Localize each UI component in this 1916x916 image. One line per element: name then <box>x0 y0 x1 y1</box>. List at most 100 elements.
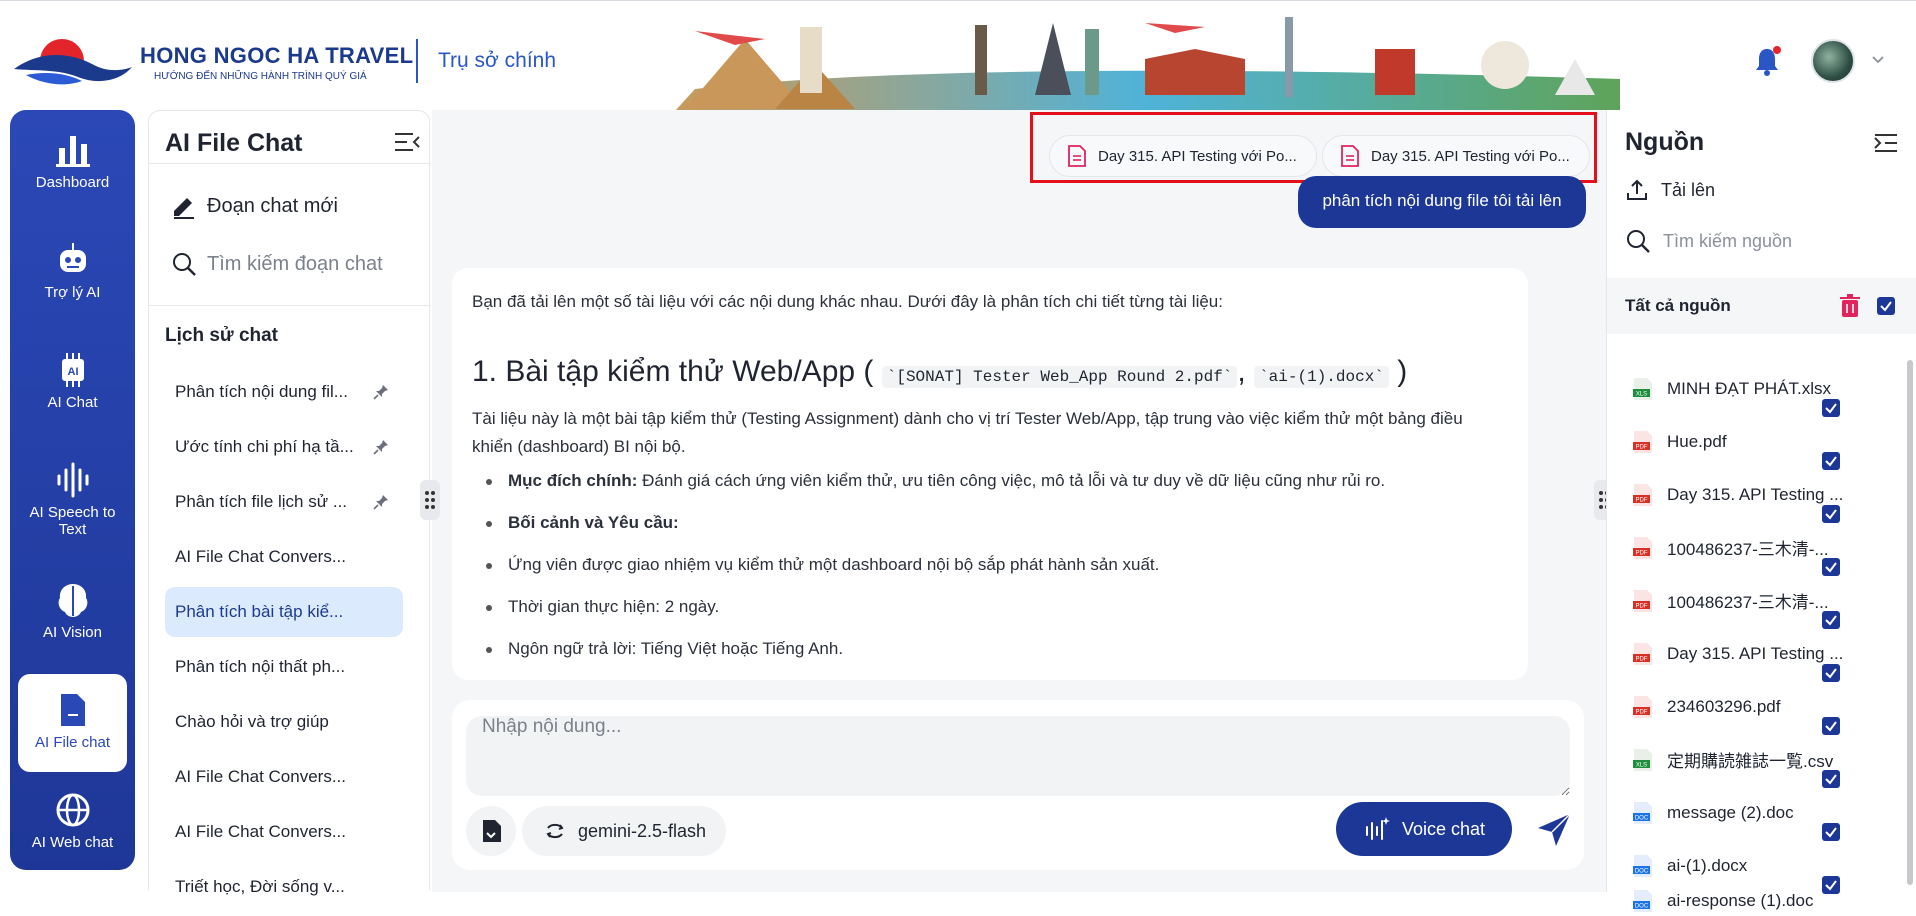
source-item[interactable]: DOC ai-(1).docx <box>1633 839 1905 892</box>
svg-text:DOC: DOC <box>1635 904 1649 910</box>
resize-handle-left[interactable] <box>420 480 440 520</box>
sources-panel: Nguồn Tải lên Tìm kiếm nguồn Tất cả nguồ… <box>1606 110 1916 912</box>
message-composer: gemini-2.5-flash Voice chat <box>452 700 1584 870</box>
send-icon[interactable] <box>1534 810 1574 850</box>
attach-file-icon <box>483 820 501 842</box>
sources-title: Nguồn <box>1625 128 1705 156</box>
reply-bullets: Mục đích chính: Đánh giá cách ứng viên k… <box>472 467 1508 663</box>
panel-title: AI File Chat <box>165 129 303 157</box>
upload-icon <box>1627 179 1647 200</box>
source-item[interactable]: PDF Day 315. API Testing ... <box>1633 627 1905 680</box>
voice-chat-button[interactable]: Voice chat <box>1336 802 1512 856</box>
attached-file-chip[interactable]: Day 315. API Testing với Po... <box>1322 135 1590 177</box>
drag-handle-icon <box>425 491 435 509</box>
model-selector[interactable]: gemini-2.5-flash <box>522 806 726 856</box>
divider <box>149 305 431 306</box>
pdf-file-icon: PDF <box>1633 695 1652 718</box>
excel-file-icon: XLS <box>1633 377 1652 400</box>
source-item[interactable]: PDF 234603296.pdf <box>1633 680 1905 733</box>
scrollbar-thumb[interactable] <box>1907 360 1913 885</box>
source-item[interactable]: DOC message (2).doc <box>1633 786 1905 839</box>
collapse-sources-icon[interactable] <box>1873 130 1901 156</box>
reply-bullet: Ngôn ngữ trả lời: Tiếng Việt hoặc Tiếng … <box>472 635 1508 663</box>
word-file-icon: DOC <box>1633 890 1652 912</box>
chat-history-item[interactable]: Phân tích nội thất ph... <box>165 642 403 692</box>
excel-file-icon: XLS <box>1633 748 1652 771</box>
chat-history-item-active[interactable]: Phân tích bài tập kiể... <box>165 587 403 637</box>
new-chat-label: Đoạn chat mới <box>207 194 338 217</box>
nav-ai-chat[interactable]: AI AI Chat <box>18 334 127 432</box>
nav-label: AI Chat <box>47 394 98 411</box>
source-item[interactable]: XLS MINH ĐẠT PHÁT.xlsx <box>1633 362 1905 415</box>
chat-history-item[interactable]: Triết học, Đời sống v... <box>165 862 403 912</box>
chat-history-label: Phân tích file lịch sử ... <box>175 492 348 511</box>
svg-text:PDF: PDF <box>1636 550 1648 556</box>
reply-intro: Bạn đã tải lên một số tài liệu với các n… <box>472 292 1223 311</box>
source-name: 234603296.pdf <box>1667 696 1781 716</box>
heading-text: ) <box>1397 355 1408 388</box>
pdf-file-icon: PDF <box>1633 430 1652 453</box>
source-item[interactable]: PDF 100486237-三木清-... <box>1633 574 1905 627</box>
chat-history-item[interactable]: AI File Chat Convers... <box>165 807 403 857</box>
source-search[interactable]: Tìm kiếm nguồn <box>1625 228 1792 254</box>
chevron-down-icon[interactable] <box>1870 51 1886 67</box>
source-item[interactable]: PDF Hue.pdf <box>1633 415 1905 468</box>
check-icon <box>1825 403 1837 414</box>
chat-history-label: Ước tính chi phí hạ tầ... <box>175 437 354 456</box>
svg-text:XLS: XLS <box>1636 762 1647 768</box>
notification-bell-icon[interactable] <box>1752 45 1782 77</box>
source-item[interactable]: DOC ai-response (1).doc <box>1633 886 1905 916</box>
pdf-file-icon: PDF <box>1633 536 1652 559</box>
source-item[interactable]: XLS 定期購読雑誌一覧.csv <box>1633 733 1905 786</box>
pdf-file-icon <box>1068 145 1086 167</box>
upload-button[interactable]: Tải lên <box>1625 178 1715 202</box>
source-item[interactable]: PDF 100486237-三木清-... <box>1633 521 1905 574</box>
chat-history-item[interactable]: AI File Chat Convers... <box>165 752 403 802</box>
pin-icon[interactable] <box>373 439 389 455</box>
source-name: 100486237-三木清-... <box>1667 540 1829 559</box>
nav-ai-file-chat[interactable]: AI File chat <box>18 674 127 772</box>
brand-name: HONG NGOC HA TRAVEL <box>140 43 414 68</box>
attach-file-button[interactable] <box>466 806 516 856</box>
nav-label: AI Web chat <box>31 834 114 851</box>
chat-history-item[interactable]: AI File Chat Convers... <box>165 532 403 582</box>
reply-heading: 1. Bài tập kiểm thử Web/App ( `[SONAT] T… <box>472 352 1508 397</box>
svg-text:PDF: PDF <box>1636 656 1648 662</box>
sources-scrollbar[interactable] <box>1905 350 1915 890</box>
nav-dashboard[interactable]: Dashboard <box>18 114 127 212</box>
all-sources-label: Tất cả nguồn <box>1625 296 1731 315</box>
upload-label: Tải lên <box>1661 179 1716 200</box>
new-chat-button[interactable]: Đoạn chat mới <box>171 193 338 219</box>
nav-ai-vision[interactable]: AI Vision <box>18 564 127 662</box>
source-name: 100486237-三木清-... <box>1667 593 1829 612</box>
nav-ai-speech[interactable]: AI Speech to Text <box>18 444 127 556</box>
model-name: gemini-2.5-flash <box>578 820 707 841</box>
source-item[interactable]: PDF Day 315. API Testing ... <box>1633 468 1905 521</box>
chat-list-panel: AI File Chat Đoạn chat mới Tìm kiếm đoạn… <box>148 110 431 896</box>
divider <box>149 163 431 164</box>
chat-history-item[interactable]: Chào hỏi và trợ giúp <box>165 697 403 747</box>
edit-icon <box>174 198 194 219</box>
pin-icon[interactable] <box>373 494 389 510</box>
brand-divider <box>416 39 418 83</box>
travel-landmarks-banner <box>675 17 1620 111</box>
chat-history-item[interactable]: Phân tích nội dung fil... <box>165 367 403 417</box>
message-input[interactable] <box>466 716 1570 796</box>
source-search-placeholder: Tìm kiếm nguồn <box>1663 230 1793 251</box>
chat-history-label: Phân tích nội dung fil... <box>175 382 348 401</box>
user-avatar[interactable] <box>1811 39 1855 83</box>
collapse-panel-icon[interactable] <box>393 129 421 155</box>
attached-file-chip[interactable]: Day 315. API Testing với Po... <box>1049 135 1317 177</box>
chat-history-item[interactable]: Phân tích file lịch sử ... <box>165 477 403 527</box>
all-sources-row: Tất cả nguồn <box>1607 278 1916 334</box>
chat-search-placeholder: Tìm kiếm đoạn chat <box>207 252 383 275</box>
reply-paragraph: Tài liệu này là một bài tập kiểm thử (Te… <box>472 409 1463 456</box>
select-all-checkbox[interactable] <box>1877 297 1895 315</box>
pin-icon[interactable] <box>373 384 389 400</box>
nav-ai-assistant[interactable]: Trợ lý AI <box>18 224 127 322</box>
chat-history-item[interactable]: Ước tính chi phí hạ tầ... <box>165 422 403 472</box>
chat-search[interactable]: Tìm kiếm đoạn chat <box>171 251 383 277</box>
svg-text:DOC: DOC <box>1635 815 1649 821</box>
trash-icon[interactable] <box>1839 294 1861 318</box>
nav-ai-web-chat[interactable]: AI Web chat <box>18 774 127 872</box>
